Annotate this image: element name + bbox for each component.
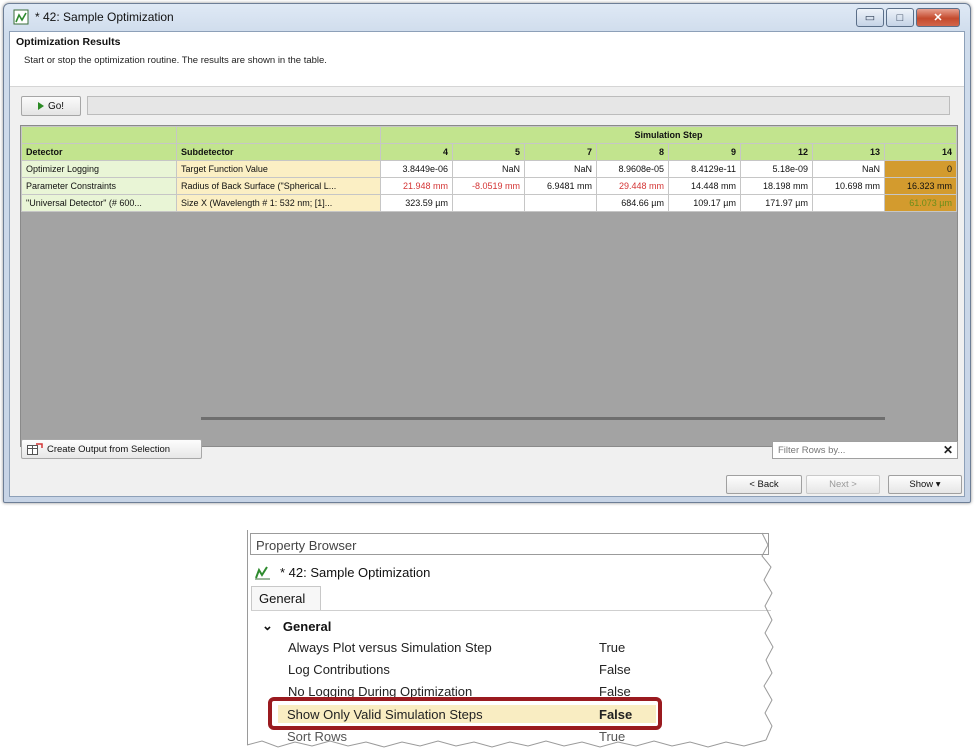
torn-edge-decoration [246,532,774,748]
